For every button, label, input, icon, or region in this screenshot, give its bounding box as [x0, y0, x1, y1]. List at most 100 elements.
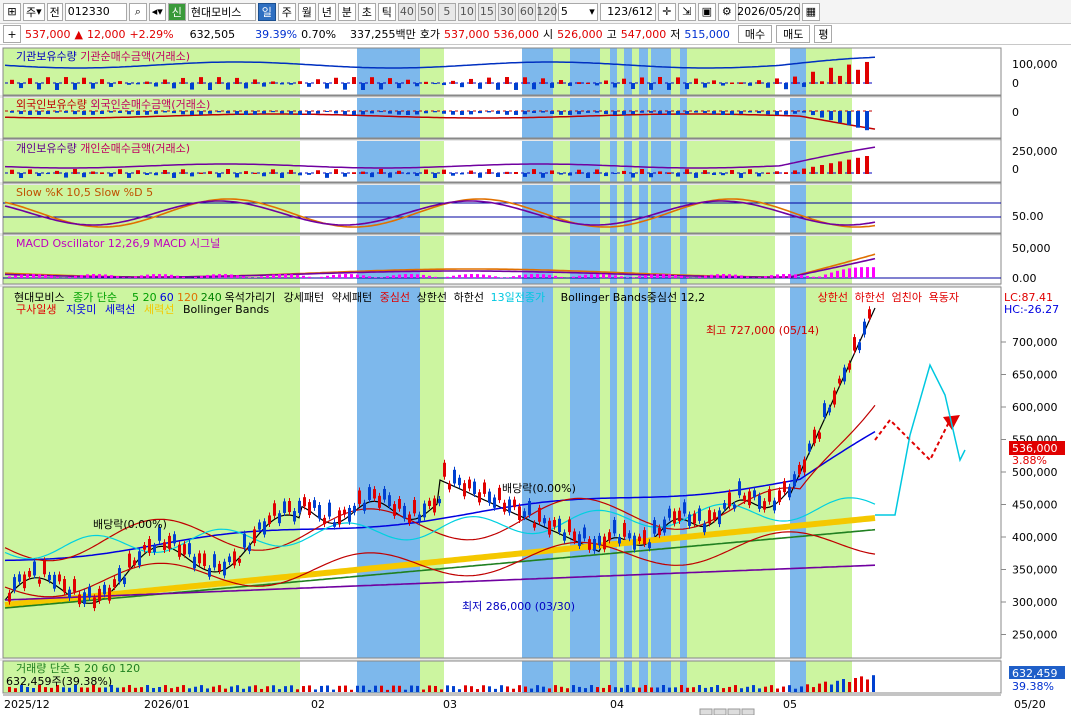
inst-bar [91, 83, 95, 89]
blue-band [610, 48, 617, 693]
stock-chart[interactable]: 700,000650,000600,000550,000500,000450,0… [0, 45, 1071, 715]
interval-15[interactable]: 15 [477, 2, 496, 21]
indiv-bar [307, 173, 311, 175]
macd-osc-bar [500, 277, 503, 278]
volume-bar [428, 685, 431, 692]
inst-bar [442, 83, 446, 86]
macd-osc-bar [140, 275, 143, 278]
candle-body [853, 337, 856, 351]
candle-body [763, 501, 766, 510]
candle-body [543, 518, 546, 524]
calendar-icon[interactable]: ▦ [801, 2, 820, 21]
interval-10[interactable]: 10 [457, 2, 476, 21]
volume-bar [524, 686, 527, 692]
stock-name[interactable]: 현대모비스 [187, 2, 256, 21]
inst-bar [118, 81, 122, 84]
macd-osc-bar [470, 274, 473, 278]
sell-button[interactable]: 매도 [776, 25, 811, 43]
inst-bar [100, 79, 104, 84]
interval-30[interactable]: 30 [497, 2, 516, 21]
foreign-bar [208, 111, 212, 114]
period-minute[interactable]: 분 [337, 2, 356, 21]
split-icon[interactable]: ⇲ [677, 2, 696, 21]
period-week[interactable]: 주 [277, 2, 296, 21]
interval-50[interactable]: 50 [417, 2, 436, 21]
period-type-select[interactable]: 주 ▾ [23, 2, 45, 21]
indiv-bar [865, 156, 869, 174]
candle-body [843, 367, 846, 382]
foreign-bar [118, 111, 122, 113]
foreign-bar [604, 111, 608, 115]
inst-bar [406, 79, 410, 84]
crosshair-icon[interactable]: ✛ [657, 2, 676, 21]
volume-bar [218, 685, 221, 692]
volume-bar [578, 686, 581, 692]
period-second[interactable]: 초 [357, 2, 376, 21]
period-month[interactable]: 월 [297, 2, 316, 21]
volume-bar [512, 688, 515, 692]
foreign-bar [712, 111, 716, 115]
candle-body [488, 491, 491, 503]
volume-bar [416, 685, 419, 692]
volume-bar [494, 688, 497, 692]
candle-body [343, 509, 346, 515]
candle-body [738, 481, 741, 496]
indiv-bar [37, 173, 41, 177]
foreign-bar [298, 111, 302, 115]
macd-osc-bar [548, 274, 551, 278]
indiv-bar [793, 170, 797, 174]
candle-body [133, 560, 136, 566]
inst-bar [271, 81, 275, 84]
foreign-bar [568, 111, 572, 115]
period-year[interactable]: 년 [317, 2, 336, 21]
macd-axis-50k: 50,000 [1012, 242, 1051, 255]
volume-bar [794, 688, 797, 692]
indiv-bar [694, 173, 698, 178]
x-label-2026-01: 2026/01 [144, 698, 190, 711]
period-tick[interactable]: 틱 [377, 2, 396, 21]
foreign-bar [55, 111, 59, 113]
settings-gear-icon[interactable]: ⚙ [717, 2, 736, 21]
inst-bar [748, 83, 752, 86]
buy-button[interactable]: 매수 [737, 25, 773, 43]
inst-bar [532, 83, 536, 90]
speaker-icon[interactable]: ◂▾ [148, 2, 166, 21]
candle-body [358, 490, 361, 504]
macd-osc-bar [236, 275, 239, 278]
inst-axis-100k: 100,000 [1012, 58, 1058, 71]
search-icon[interactable]: ⌕ [128, 2, 147, 21]
inst-bar [631, 83, 635, 90]
volume-bar [776, 688, 779, 692]
foreign-bar [82, 111, 86, 115]
volume-bar [470, 686, 473, 692]
interval-40[interactable]: 40 [397, 2, 416, 21]
interval-60[interactable]: 60 [517, 2, 536, 21]
volume-title: 거래량 단순 5 20 60 120 [16, 662, 140, 675]
foreign-bar [460, 111, 464, 115]
macd-osc-bar [464, 274, 467, 278]
volume-bar [134, 687, 137, 692]
foreign-bar [739, 111, 743, 114]
foreign-bar [91, 111, 95, 115]
interval-120[interactable]: 120 [536, 2, 557, 21]
interval-5[interactable]: 5 [437, 2, 456, 21]
stock-code-input[interactable]: 012330 [64, 2, 127, 21]
volume-bar [80, 687, 83, 692]
candle-body [318, 505, 321, 519]
inst-bar [451, 80, 455, 84]
chart-menu-icon[interactable]: ⊞ [3, 2, 21, 21]
volume-bar [722, 688, 725, 692]
interval-input[interactable]: 5 ▾ [557, 2, 598, 21]
price-axis-label: 600,000 [1012, 401, 1058, 414]
volume-bar [854, 677, 857, 692]
prev-button[interactable]: 전 [46, 2, 63, 21]
eval-button[interactable]: 평 [814, 25, 833, 43]
foreign-bar [784, 111, 788, 115]
period-day[interactable]: 일 [257, 2, 276, 21]
date-input[interactable]: 2026/05/20 [737, 2, 801, 21]
macd-osc-bar [416, 274, 419, 278]
expand-icon[interactable]: + [3, 25, 21, 43]
candle-body [38, 579, 41, 584]
save-icon[interactable]: ▣ [697, 2, 716, 21]
macd-osc-bar [578, 275, 581, 278]
